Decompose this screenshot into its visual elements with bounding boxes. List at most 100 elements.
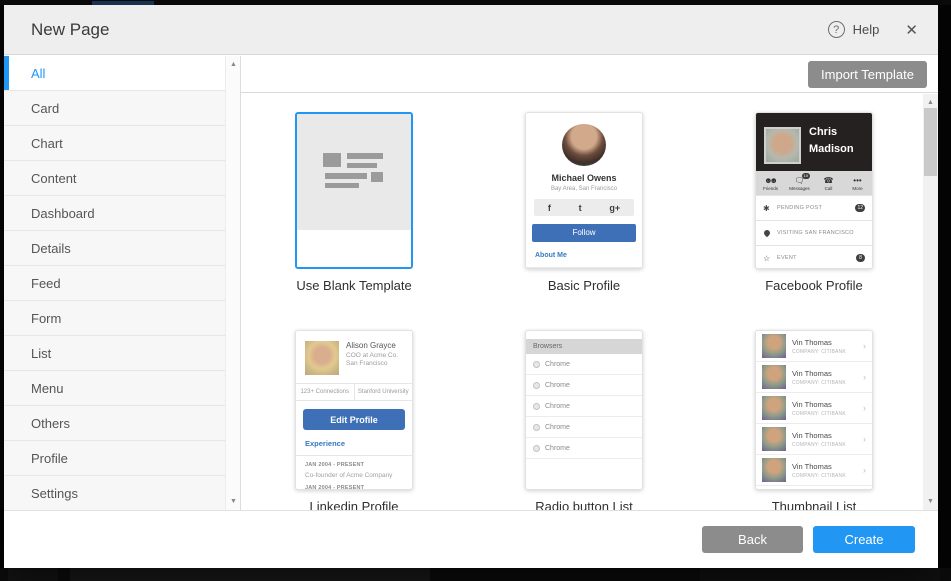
avatar [762,458,786,482]
divider [296,455,412,456]
back-button[interactable]: Back [702,526,803,553]
call-icon: ☎ [824,176,834,185]
desktop-background: New Page ? Help ✕ All Card Chart Content… [0,0,951,581]
background-app-bottom-strip [0,568,951,581]
content-scrollbar[interactable]: ▲ ▼ [923,94,938,510]
list-item: Vin Thomas COMPANY: CITIBANK › [756,362,872,393]
profile-role: COO at Acme Co. [346,352,398,359]
list-item: Chrome [526,438,642,459]
create-button[interactable]: Create [813,526,915,553]
avatar [562,124,606,166]
list-header: Browsers [526,339,642,354]
sidebar-item-menu[interactable]: Menu [4,371,240,406]
sidebar-item-content[interactable]: Content [4,161,240,196]
radio-icon [533,424,540,431]
gallery-toolbar: Import Template [241,56,938,93]
sidebar-item-feed[interactable]: Feed [4,266,240,301]
sidebar-item-profile[interactable]: Profile [4,441,240,476]
divider [526,267,642,268]
experience-heading: Experience [305,439,412,448]
facebook-profile-card[interactable]: Chris Madison ☻☻ Friends [755,112,873,269]
page-title: New Page [31,20,109,40]
list-item: Chrome [526,375,642,396]
template-row-1: Use Blank Template Michael Owens Bay Are… [295,112,923,293]
list-item: Chrome [526,354,642,375]
dialog-header-actions: ? Help ✕ [828,21,918,39]
sidebar-item-list[interactable]: List [4,336,240,371]
sidebar-item-card[interactable]: Card [4,91,240,126]
close-icon[interactable]: ✕ [905,21,918,39]
scrollbar-thumb[interactable] [924,108,937,176]
chevron-right-icon: › [863,403,866,413]
chevron-right-icon: › [863,372,866,382]
scroll-up-icon[interactable]: ▲ [923,99,938,106]
import-template-button[interactable]: Import Template [808,61,927,88]
list-item: Vin Thomas COMPANY: CITIBANK › [756,455,872,486]
sidebar-item-form[interactable]: Form [4,301,240,336]
experience-role: Co-founder of Acme Company [305,472,403,479]
template-gallery: Import Template [241,56,938,510]
avatar [762,427,786,451]
sidebar-item-dashboard[interactable]: Dashboard [4,196,240,231]
dialog-footer: Back Create [4,510,938,568]
list-item: Chrome [526,417,642,438]
sidebar-item-settings[interactable]: Settings [4,476,240,510]
radio-list-card[interactable]: Browsers Chrome Chrome [525,330,643,490]
pending-badge: 12 [855,204,865,212]
avatar [762,365,786,389]
sidebar-item-details[interactable]: Details [4,231,240,266]
experience-date: JAN 2004 - PRESENT [305,462,403,468]
linkedin-profile-card[interactable]: Alison Grayce COO at Acme Co. San Franci… [295,330,413,490]
template-thumbnail-list[interactable]: Vin Thomas COMPANY: CITIBANK › Vin Thoma… [755,330,873,510]
help-icon[interactable]: ? [828,21,845,38]
messages-badge: 10 [802,173,810,179]
scroll-down-icon[interactable]: ▼ [923,498,938,505]
template-linkedin-profile[interactable]: Alison Grayce COO at Acme Co. San Franci… [295,330,413,510]
thumbnail-list-card[interactable]: Vin Thomas COMPANY: CITIBANK › Vin Thoma… [755,330,873,490]
scroll-up-icon[interactable]: ▲ [226,61,241,68]
follow-button: Follow [532,224,636,242]
list-item: Vin Thomas COMPANY: CITIBANK › [756,393,872,424]
template-label: Thumbnail List [772,499,857,510]
sidebar-scrollbar[interactable]: ▲ ▼ [225,56,240,510]
template-label: Linkedin Profile [310,499,399,510]
help-button[interactable]: Help [853,22,880,37]
more-icon: ••• [853,176,861,185]
list-item: Vin Thomas COMPANY: CITIBANK › [756,331,872,362]
dialog-header: New Page ? Help ✕ [4,5,938,55]
googleplus-icon: g+ [609,203,620,213]
template-row-2: Alison Grayce COO at Acme Co. San Franci… [295,330,923,510]
connections-count: 123+ Connections [296,384,355,400]
avatar [762,334,786,358]
profile-location: San Francisco [346,360,398,367]
school-name: Stanford University [355,384,413,400]
avatar [764,127,801,164]
scroll-down-icon[interactable]: ▼ [226,498,241,505]
template-facebook-profile[interactable]: Chris Madison ☻☻ Friends [755,112,873,293]
dialog-body: All Card Chart Content Dashboard Details… [4,56,938,510]
profile-name: Chris Madison [809,124,854,157]
sidebar-item-others[interactable]: Others [4,406,240,441]
avatar [305,341,339,375]
template-blank[interactable]: Use Blank Template [295,112,413,293]
profile-name: Alison Grayce [346,341,398,350]
blank-template-card[interactable] [295,112,413,269]
gear-icon: ✱ [763,204,774,213]
template-grid: Use Blank Template Michael Owens Bay Are… [241,94,923,510]
basic-profile-card[interactable]: Michael Owens Bay Area, San Francisco f … [525,112,643,269]
template-radio-button-list[interactable]: Browsers Chrome Chrome [525,330,643,510]
profile-name: Michael Owens [551,173,616,183]
list-item: Chrome [526,396,642,417]
event-badge: 8 [856,254,865,262]
edit-profile-button: Edit Profile [303,409,405,430]
chevron-right-icon: › [863,341,866,351]
wireframe-content-icon [323,152,385,192]
sidebar-item-all[interactable]: All [4,56,240,91]
radio-icon [533,403,540,410]
chevron-right-icon: › [863,434,866,444]
template-basic-profile[interactable]: Michael Owens Bay Area, San Francisco f … [525,112,643,293]
sidebar-item-chart[interactable]: Chart [4,126,240,161]
location-pin-icon [763,230,774,236]
chevron-right-icon: › [863,465,866,475]
list-item: Vin Thomas COMPANY: CITIBANK › [756,424,872,455]
